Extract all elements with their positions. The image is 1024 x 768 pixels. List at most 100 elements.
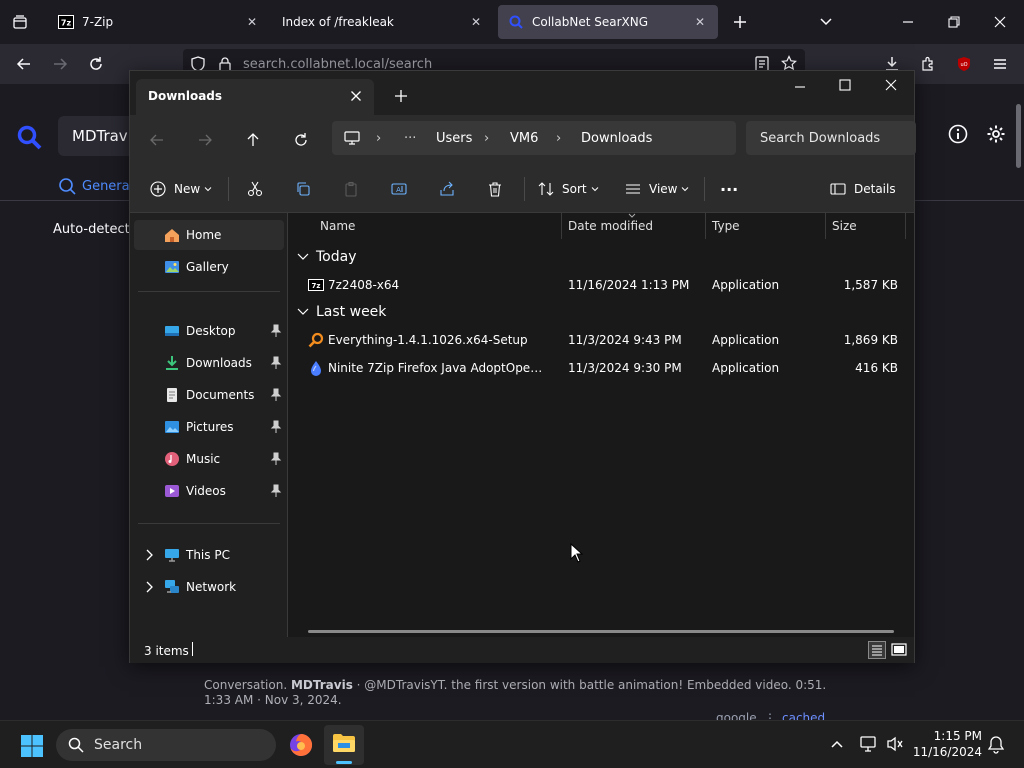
ublock-button[interactable]: uO — [950, 50, 978, 78]
column-separator[interactable] — [825, 213, 826, 239]
sidebar-item-music[interactable]: Music — [134, 444, 284, 474]
volume-muted-icon[interactable] — [886, 735, 904, 753]
delete-button[interactable] — [487, 177, 503, 201]
horizontal-scrollbar[interactable] — [308, 630, 894, 633]
file-row[interactable]: 7z 7z2408-x64 11/16/2024 1:13 PM Applica… — [296, 271, 906, 299]
firefox-icon[interactable] — [288, 732, 314, 758]
share-button[interactable] — [439, 177, 455, 201]
column-separator[interactable] — [561, 213, 562, 239]
view-button[interactable]: View — [625, 177, 689, 201]
breadcrumb-vm6[interactable]: VM6 — [510, 131, 538, 146]
search-query-input[interactable]: MDTravis — [58, 116, 140, 156]
file-row[interactable]: Everything-1.4.1.1026.x64-Setup 11/3/202… — [296, 326, 906, 354]
windows-start-icon[interactable] — [20, 734, 44, 758]
close-window-icon[interactable] — [885, 79, 897, 91]
sidebar-item-home[interactable]: Home — [134, 220, 284, 250]
paste-button[interactable] — [343, 177, 359, 201]
sidebar-item-gallery[interactable]: Gallery — [134, 252, 284, 282]
see-more-button[interactable]: ··· — [720, 177, 738, 201]
pin-icon[interactable] — [270, 452, 282, 466]
pin-icon[interactable] — [270, 356, 282, 370]
tab-collabnet-searxng[interactable]: CollabNet SearXNG ✕ — [498, 5, 718, 39]
system-clock[interactable]: 1:15 PM 11/16/2024 — [912, 728, 982, 760]
reload-button[interactable] — [82, 50, 110, 78]
forward-button[interactable] — [193, 128, 217, 152]
sidebar-item-documents[interactable]: Documents — [134, 380, 284, 410]
info-icon[interactable] — [948, 124, 968, 144]
gear-icon[interactable] — [986, 124, 1006, 144]
chevron-up-icon[interactable] — [830, 737, 844, 751]
tab-overview-button[interactable] — [6, 8, 34, 36]
sort-button[interactable]: Sort — [538, 177, 599, 201]
maximize-icon[interactable] — [839, 79, 851, 91]
app-menu-button[interactable] — [986, 50, 1014, 78]
close-tab-icon[interactable]: ✕ — [692, 14, 708, 30]
column-header-size[interactable]: Size — [832, 219, 857, 233]
breadcrumb-users[interactable]: Users — [436, 131, 472, 146]
details-pane-button[interactable]: Details — [830, 177, 896, 201]
language-selector[interactable]: Auto-detect ( — [53, 222, 139, 237]
close-tab-icon[interactable] — [350, 90, 362, 102]
column-header-type[interactable]: Type — [712, 219, 740, 233]
pin-icon[interactable] — [270, 324, 282, 338]
sidebar-item-label: Desktop — [186, 324, 236, 338]
new-button[interactable]: New — [150, 177, 212, 201]
column-header-name[interactable]: Name — [320, 219, 355, 233]
back-button[interactable] — [10, 50, 38, 78]
restore-browser-button[interactable] — [940, 8, 968, 36]
cut-button[interactable] — [247, 177, 263, 201]
large-icons-view-icon[interactable] — [890, 641, 908, 659]
sidebar-item-downloads[interactable]: Downloads — [134, 348, 284, 378]
column-header-date-modified[interactable]: Date modified — [568, 219, 653, 233]
pin-icon[interactable] — [270, 484, 282, 498]
sidebar-item-desktop[interactable]: Desktop — [134, 316, 284, 346]
close-browser-button[interactable] — [986, 8, 1014, 36]
file-name: 7z2408-x64 — [328, 278, 400, 292]
network-status-icon[interactable] — [860, 735, 878, 753]
close-tab-icon[interactable]: ✕ — [468, 14, 484, 30]
sidebar-item-pictures[interactable]: Pictures — [134, 412, 284, 442]
list-all-tabs-button[interactable] — [812, 8, 840, 36]
rename-button[interactable]: A — [391, 177, 407, 201]
pin-icon[interactable] — [270, 388, 282, 402]
bookmark-star-icon[interactable] — [781, 55, 797, 71]
close-tab-icon[interactable]: ✕ — [244, 14, 260, 30]
refresh-button[interactable] — [289, 128, 313, 152]
notification-bell-icon[interactable] — [988, 736, 1004, 754]
tab-7zip[interactable]: 7z 7-Zip ✕ — [48, 5, 270, 39]
explorer-tab-downloads[interactable]: Downloads — [136, 79, 374, 115]
up-button[interactable] — [241, 128, 265, 152]
pin-icon[interactable] — [270, 420, 282, 434]
page-scrollbar[interactable] — [1016, 104, 1021, 168]
details-view-icon[interactable] — [868, 641, 886, 659]
sidebar-item-network[interactable]: Network — [134, 572, 284, 602]
file-explorer-taskbar-button[interactable] — [324, 725, 364, 765]
minimize-browser-button[interactable] — [894, 8, 922, 36]
share-icon — [440, 181, 454, 196]
taskbar-search-box[interactable]: Search — [56, 729, 276, 761]
category-tab-general[interactable]: General — [58, 177, 133, 195]
new-tab-button[interactable] — [726, 8, 754, 36]
sidebar-item-label: Network — [186, 580, 237, 594]
minimize-icon[interactable] — [794, 81, 806, 93]
copy-button[interactable] — [295, 177, 311, 201]
group-header-last-week[interactable]: Last week — [296, 304, 386, 320]
searxng-logo-icon[interactable] — [16, 124, 42, 150]
more-locations-icon[interactable]: ··· — [404, 131, 416, 146]
extensions-button[interactable] — [914, 50, 942, 78]
sidebar-item-this-pc[interactable]: This PC — [134, 540, 284, 570]
file-row[interactable]: Ninite 7Zip Firefox Java AdoptOpenJDK x.… — [296, 354, 906, 382]
breadcrumb[interactable]: › ··· Users › VM6 › Downloads — [332, 121, 736, 155]
chevron-right-icon[interactable] — [142, 580, 156, 594]
forward-button[interactable] — [46, 50, 74, 78]
chevron-right-icon[interactable] — [142, 548, 156, 562]
new-tab-plus-icon[interactable] — [394, 89, 408, 103]
search-downloads-input[interactable]: Search Downloads — [746, 121, 916, 155]
column-separator[interactable] — [705, 213, 706, 239]
back-button[interactable] — [145, 128, 169, 152]
sidebar-item-videos[interactable]: Videos — [134, 476, 284, 506]
tab-freakleak[interactable]: Index of /freakleak ✕ — [272, 5, 494, 39]
group-header-today[interactable]: Today — [296, 249, 357, 265]
column-separator[interactable] — [905, 213, 906, 239]
breadcrumb-downloads[interactable]: Downloads — [581, 131, 652, 146]
